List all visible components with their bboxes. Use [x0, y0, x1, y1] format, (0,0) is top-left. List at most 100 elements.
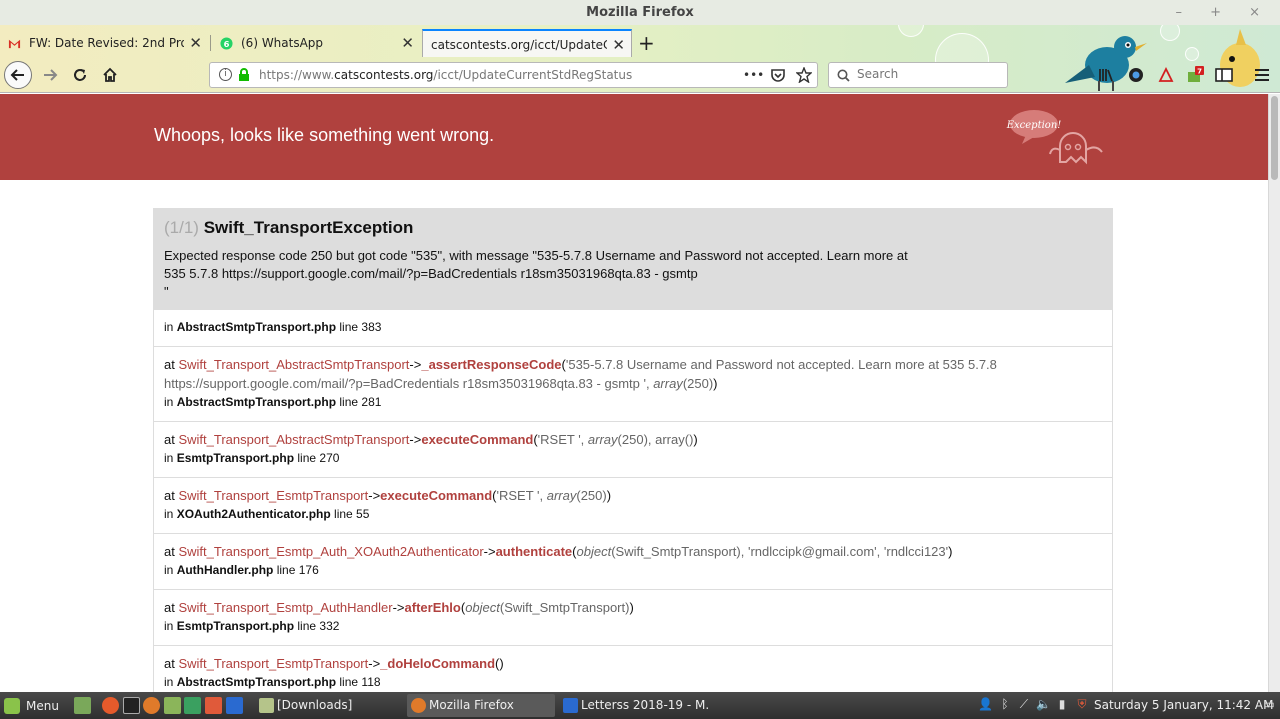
trace-args: 'RSET ', array(250) — [497, 488, 607, 503]
reload-button[interactable] — [66, 61, 94, 89]
back-arrow-icon — [10, 69, 24, 81]
trace-args-post: (Swift_SmtpTransport) — [499, 600, 630, 615]
exception-count: (1/1) — [164, 218, 199, 237]
clock[interactable]: Saturday 5 January, 11:42 AM — [1094, 692, 1273, 719]
folder-icon — [259, 698, 274, 713]
tab-gmail[interactable]: FW: Date Revised: 2nd Project ✕ — [0, 29, 208, 57]
back-button[interactable] — [4, 61, 32, 89]
search-bar[interactable] — [828, 62, 1008, 88]
trace-at-label: at — [164, 432, 179, 447]
trace-frame: at Swift_Transport_Esmtp_Auth_XOAuth2Aut… — [154, 533, 1112, 589]
trace-location: in AbstractSmtpTransport.php line 383 — [164, 318, 1102, 337]
info-icon[interactable]: i — [219, 68, 232, 81]
reader-view-icon[interactable] — [1214, 65, 1234, 85]
show-desktop-icon[interactable] — [74, 697, 91, 714]
page-scrollbar[interactable] — [1268, 94, 1280, 692]
trace-location: in AuthHandler.php line 176 — [164, 561, 1102, 580]
notification-extension-icon[interactable]: 7 — [1185, 65, 1205, 85]
presentation-launcher-icon[interactable] — [205, 697, 222, 714]
url-path: /icct/UpdateCurrentStdRegStatus — [433, 68, 633, 82]
extension-circle-icon[interactable] — [1126, 65, 1146, 85]
trace-at-label: at — [164, 656, 179, 671]
trace-arrow: -> — [409, 357, 422, 372]
scrollbar-thumb[interactable] — [1271, 96, 1278, 180]
library-icon[interactable] — [1096, 65, 1116, 85]
volume-icon[interactable]: 🔈 — [1036, 697, 1051, 711]
trace-paren-close: ) — [713, 376, 718, 391]
trace-at-label: at — [164, 357, 179, 372]
writer-launcher-icon[interactable] — [226, 697, 243, 714]
chrome-launcher-icon[interactable] — [102, 697, 119, 714]
tab-whatsapp[interactable]: 6 (6) WhatsApp ✕ — [212, 29, 420, 57]
trace-call: at Swift_Transport_EsmtpTransport->execu… — [164, 486, 1102, 505]
trace-args-type: array — [653, 376, 683, 391]
tab-catscontests[interactable]: catscontests.org/icct/UpdateCurrentStdRe… — [422, 29, 632, 57]
window-label: Mozilla Firefox — [429, 698, 514, 712]
forward-button[interactable] — [36, 61, 64, 89]
battery-icon[interactable]: ▮ — [1055, 697, 1069, 711]
bluetooth-icon[interactable]: ᛒ — [998, 697, 1012, 711]
trace-args-pre: 'RSET ', — [537, 432, 588, 447]
stack-trace: in AbstractSmtpTransport.php line 383 at … — [154, 309, 1112, 692]
trace-in-label: in — [164, 675, 177, 689]
close-icon[interactable]: ✕ — [612, 31, 625, 57]
theme-bubble — [1185, 47, 1199, 61]
trace-arrow: -> — [409, 432, 422, 447]
user-icon[interactable]: 👤 — [978, 697, 993, 711]
bookmark-star-icon[interactable] — [796, 67, 812, 83]
home-button[interactable] — [96, 61, 124, 89]
taskbar-window-downloads[interactable]: [Downloads] — [255, 694, 405, 717]
gmail-icon — [8, 39, 21, 49]
trace-args-type: object — [465, 600, 500, 615]
trace-method: _assertResponseCode — [421, 357, 562, 372]
trace-args-post: (250) — [576, 488, 607, 503]
theme-bubble — [898, 25, 924, 37]
browser-chrome: FW: Date Revised: 2nd Project ✕ 6 (6) Wh… — [0, 25, 1280, 93]
taskbar-window-writer[interactable]: Letterss 2018-19 - M... — [559, 694, 709, 717]
trace-call: at Swift_Transport_AbstractSmtpTransport… — [164, 355, 1102, 393]
url-bar[interactable]: i https://www.catscontests.org/icct/Upda… — [209, 62, 818, 88]
trace-arrow: -> — [368, 488, 381, 503]
trace-args-post: (Swift_SmtpTransport), 'rndlccipk@gmail.… — [611, 544, 949, 559]
trace-class: Swift_Transport_EsmtpTransport — [178, 656, 369, 671]
trace-method: executeCommand — [421, 432, 534, 447]
pdf-extension-icon[interactable] — [1156, 65, 1176, 85]
search-input[interactable] — [857, 67, 997, 81]
url-text[interactable]: https://www.catscontests.org/icct/Update… — [259, 68, 632, 82]
search-icon — [837, 69, 850, 82]
trace-class: Swift_Transport_Esmtp_AuthHandler — [178, 600, 393, 615]
network-icon[interactable]: ⟋ — [1017, 697, 1031, 711]
hamburger-menu-icon[interactable] — [1252, 65, 1272, 85]
taskbar-window-firefox[interactable]: Mozilla Firefox — [407, 694, 555, 717]
trace-class: Swift_Transport_Esmtp_Auth_XOAuth2Authen… — [178, 544, 484, 559]
error-header: Whoops, looks like something went wrong.… — [0, 94, 1268, 180]
tab-label: FW: Date Revised: 2nd Project — [29, 36, 184, 50]
trace-file: AuthHandler.php — [176, 563, 274, 577]
shield-icon[interactable]: ⛨ — [1075, 697, 1089, 711]
trace-arrow: -> — [368, 656, 381, 671]
trace-arrow: -> — [392, 600, 405, 615]
page-content: Whoops, looks like something went wrong.… — [0, 94, 1268, 692]
firefox-launcher-icon[interactable] — [143, 697, 160, 714]
trace-location: in AbstractSmtpTransport.php line 118 — [164, 673, 1102, 692]
notifications-icon[interactable]: ▭ — [1262, 697, 1276, 711]
trace-method: executeCommand — [380, 488, 493, 503]
close-icon[interactable]: ✕ — [189, 29, 202, 57]
trace-frame: at Swift_Transport_Esmtp_AuthHandler->af… — [154, 589, 1112, 645]
spreadsheet-launcher-icon[interactable] — [184, 697, 201, 714]
window-controls[interactable]: – + × — [1175, 0, 1272, 25]
forward-arrow-icon — [44, 69, 58, 81]
trace-frame: at Swift_Transport_EsmtpTransport->_doHe… — [154, 645, 1112, 692]
files-launcher-icon[interactable] — [164, 697, 181, 714]
lock-icon — [239, 68, 249, 81]
close-icon[interactable]: ✕ — [401, 29, 414, 57]
terminal-launcher-icon[interactable] — [123, 697, 140, 714]
pocket-icon[interactable] — [770, 68, 786, 83]
reload-icon — [74, 69, 86, 81]
page-actions-icon[interactable]: ••• — [743, 68, 764, 82]
notification-badge: 7 — [1197, 68, 1202, 76]
new-tab-button[interactable]: + — [638, 29, 655, 57]
start-menu-button[interactable]: Menu — [4, 696, 59, 716]
trace-frame: at Swift_Transport_AbstractSmtpTransport… — [154, 346, 1112, 421]
window-title: Mozilla Firefox — [586, 5, 694, 20]
